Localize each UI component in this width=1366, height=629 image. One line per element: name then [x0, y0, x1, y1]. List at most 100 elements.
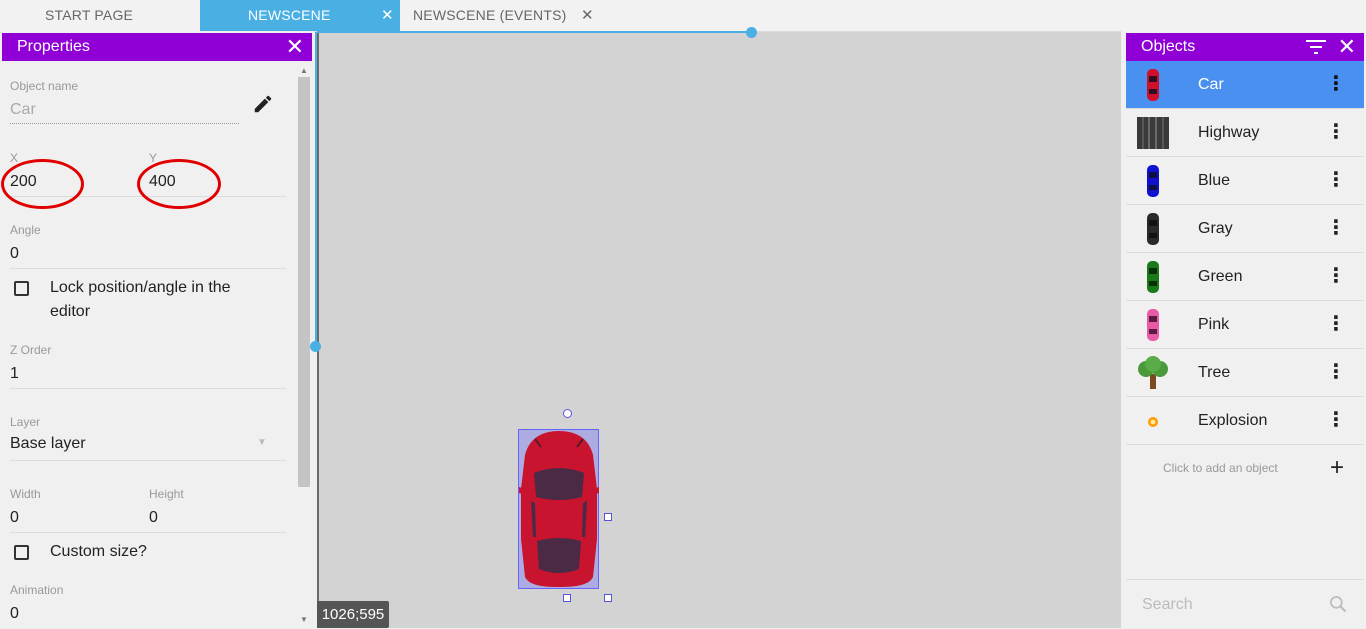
- layer-select[interactable]: Base layer: [10, 435, 86, 453]
- scrollbar-thumb[interactable]: [298, 77, 310, 487]
- close-icon[interactable]: ✕: [381, 0, 394, 31]
- object-item-tree[interactable]: Tree ⋮: [1126, 349, 1364, 397]
- dropdown-arrow-icon[interactable]: ▼: [257, 437, 267, 448]
- blue-car-icon: [1147, 165, 1159, 197]
- tab-label: NEWSCENE (EVENTS): [413, 7, 567, 23]
- object-item-explosion[interactable]: Explosion ⋮: [1126, 397, 1364, 445]
- animation-field[interactable]: 0: [10, 605, 19, 623]
- object-name: Highway: [1198, 124, 1260, 141]
- tab-label: NEWSCENE: [248, 7, 331, 23]
- rotation-handle[interactable]: [563, 409, 572, 418]
- more-options-icon[interactable]: ⋮: [1326, 157, 1346, 204]
- tab-newscene[interactable]: NEWSCENE ✕: [200, 0, 400, 31]
- x-highlight-circle: [1, 159, 84, 209]
- properties-panel: Properties ✕ Object name Car X 200 Y 400…: [0, 31, 314, 628]
- resize-handle-top[interactable]: [746, 27, 757, 38]
- lock-checkbox-label-line2: editor: [50, 303, 91, 320]
- lock-checkbox-label-line1: Lock position/angle in the: [50, 279, 231, 296]
- resize-handle-left[interactable]: [310, 341, 321, 352]
- add-object-label: Click to add an object: [1163, 461, 1278, 475]
- lock-checkbox[interactable]: [14, 281, 29, 296]
- explosion-icon: [1148, 417, 1158, 427]
- search-icon[interactable]: [1328, 594, 1348, 614]
- object-item-highway[interactable]: Highway ⋮: [1126, 109, 1364, 157]
- cursor-coordinates: 1026;595: [317, 601, 389, 628]
- more-options-icon[interactable]: ⋮: [1326, 397, 1346, 444]
- properties-scrollbar[interactable]: ▲ ▼: [297, 64, 311, 628]
- divider: [10, 388, 286, 389]
- divider: [10, 532, 286, 533]
- tab-bar: START PAGE NEWSCENE ✕ NEWSCENE (EVENTS) …: [0, 0, 1366, 32]
- close-icon[interactable]: ✕: [581, 0, 594, 31]
- object-name: Blue: [1198, 172, 1231, 189]
- scroll-up-icon[interactable]: ▲: [300, 66, 308, 75]
- resize-handle-right[interactable]: [604, 513, 612, 521]
- highway-icon: [1137, 117, 1169, 149]
- object-item-gray[interactable]: Gray ⋮: [1126, 205, 1364, 253]
- tab-label: START PAGE: [45, 7, 134, 23]
- more-options-icon[interactable]: ⋮: [1326, 109, 1346, 156]
- objects-panel: Objects ✕ Car ⋮ Highway ⋮ Blue ⋮ Gray ⋮ …: [1121, 31, 1366, 628]
- properties-header: Properties ✕: [2, 33, 312, 61]
- add-icon[interactable]: +: [1330, 454, 1344, 482]
- panel-resize-guide: [315, 32, 317, 347]
- object-item-green[interactable]: Green ⋮: [1126, 253, 1364, 301]
- divider: [10, 460, 286, 461]
- gray-car-icon: [1147, 213, 1159, 245]
- object-name: Gray: [1198, 220, 1233, 237]
- object-item-pink[interactable]: Pink ⋮: [1126, 301, 1364, 349]
- add-object-row[interactable]: Click to add an object +: [1126, 446, 1364, 491]
- object-name: Green: [1198, 268, 1243, 285]
- more-options-icon[interactable]: ⋮: [1326, 205, 1346, 252]
- layer-label: Layer: [10, 415, 41, 429]
- resize-handle-bottom[interactable]: [563, 594, 571, 602]
- car-sprite[interactable]: [517, 429, 601, 589]
- more-options-icon[interactable]: ⋮: [1326, 349, 1346, 396]
- y-highlight-circle: [137, 159, 221, 209]
- scroll-down-icon[interactable]: ▼: [300, 615, 308, 624]
- object-search[interactable]: Search: [1126, 579, 1364, 629]
- edit-pencil-icon[interactable]: [252, 93, 274, 115]
- object-item-car[interactable]: Car ⋮: [1126, 61, 1364, 109]
- objects-list: Car ⋮ Highway ⋮ Blue ⋮ Gray ⋮ Green ⋮ Pi…: [1126, 61, 1364, 445]
- height-field[interactable]: 0: [149, 509, 158, 527]
- width-label: Width: [10, 487, 41, 501]
- more-options-icon[interactable]: ⋮: [1326, 301, 1346, 348]
- animation-label: Animation: [10, 583, 64, 597]
- objects-header: Objects ✕: [1126, 33, 1364, 61]
- filter-icon[interactable]: [1306, 40, 1326, 54]
- close-icon[interactable]: ✕: [1338, 33, 1356, 61]
- tab-newscene-events[interactable]: NEWSCENE (EVENTS) ✕: [400, 0, 600, 31]
- object-name: Car: [1198, 76, 1224, 93]
- panel-title: Properties: [17, 38, 90, 55]
- scene-canvas[interactable]: [317, 32, 1122, 628]
- angle-field[interactable]: 0: [10, 245, 19, 263]
- resize-handle-corner[interactable]: [604, 594, 612, 602]
- divider: [10, 268, 286, 269]
- object-name: Tree: [1198, 364, 1231, 381]
- green-car-icon: [1147, 261, 1159, 293]
- zorder-label: Z Order: [10, 343, 52, 357]
- close-icon[interactable]: ✕: [286, 33, 304, 61]
- scene-top-guide: [317, 31, 751, 33]
- object-name: Explosion: [1198, 412, 1268, 429]
- more-options-icon[interactable]: ⋮: [1326, 253, 1346, 300]
- tab-start-page[interactable]: START PAGE: [0, 0, 200, 31]
- angle-label: Angle: [10, 223, 41, 237]
- search-input[interactable]: Search: [1142, 596, 1193, 614]
- object-name: Pink: [1198, 316, 1230, 333]
- object-name-underline: [10, 123, 239, 124]
- custom-size-label: Custom size?: [50, 543, 147, 560]
- tree-icon: [1138, 356, 1168, 389]
- custom-size-checkbox[interactable]: [14, 545, 29, 560]
- width-field[interactable]: 0: [10, 509, 19, 527]
- x-label: X: [10, 151, 19, 165]
- pink-car-icon: [1147, 309, 1159, 341]
- object-name-field[interactable]: Car: [10, 101, 36, 119]
- object-item-blue[interactable]: Blue ⋮: [1126, 157, 1364, 205]
- more-options-icon[interactable]: ⋮: [1326, 61, 1346, 108]
- panel-title: Objects: [1141, 38, 1196, 55]
- zorder-field[interactable]: 1: [10, 365, 19, 383]
- object-name-label: Object name: [10, 79, 79, 93]
- red-car-icon: [1147, 69, 1159, 101]
